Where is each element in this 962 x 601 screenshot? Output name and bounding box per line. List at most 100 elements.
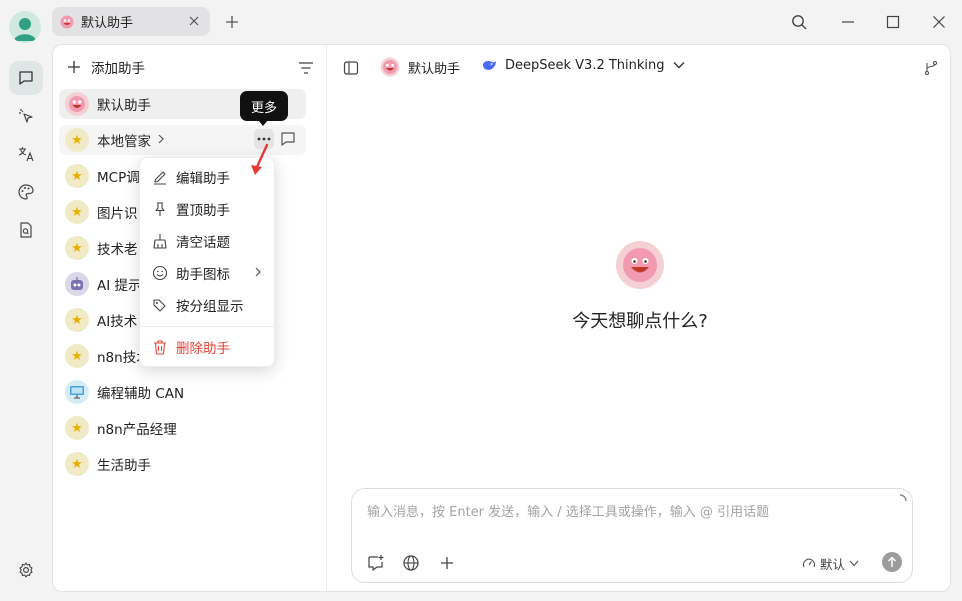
gauge-icon xyxy=(802,558,816,568)
chevron-right-icon xyxy=(254,266,262,282)
star-icon: ★ xyxy=(65,344,89,368)
chat-area: 默认助手 DeepSeek V3.2 Thinking 今天想聊点什么? 输入消… xyxy=(328,45,950,591)
sidebar-item-coding-assistant[interactable]: 编程辅助 CAN xyxy=(59,377,306,407)
cursor-sparkle-icon[interactable] xyxy=(9,99,43,133)
smiley-face-icon xyxy=(623,248,657,282)
menu-item-label: 置顶助手 xyxy=(176,203,230,219)
smiley-face-icon xyxy=(60,15,74,28)
chevron-down-icon xyxy=(673,62,685,69)
mode-label: 默认 xyxy=(820,556,846,572)
sidebar-item-label: AI技术 xyxy=(97,314,138,330)
star-icon: ★ xyxy=(65,128,89,152)
sidebar-item-label: 生活助手 xyxy=(97,458,151,474)
menu-item-label: 删除助手 xyxy=(176,341,230,357)
menu-item-delete[interactable]: 删除助手 xyxy=(140,332,276,362)
web-search-button[interactable] xyxy=(401,553,421,573)
plus-icon[interactable] xyxy=(222,12,242,32)
welcome-message: 今天想聊点什么? xyxy=(572,311,708,332)
translate-icon[interactable] xyxy=(9,137,43,171)
trash-icon xyxy=(154,340,166,355)
maximize-icon[interactable] xyxy=(883,12,903,32)
new-topic-icon xyxy=(368,555,384,571)
arrow-up-icon xyxy=(887,556,897,567)
send-button[interactable] xyxy=(882,552,902,572)
search-icon[interactable] xyxy=(789,12,809,32)
star-icon: ★ xyxy=(65,416,89,440)
window-close-icon[interactable] xyxy=(929,12,949,32)
sort-filter-icon[interactable] xyxy=(297,59,315,77)
left-rail xyxy=(0,44,52,601)
chevron-down-icon xyxy=(849,560,859,566)
user-avatar-icon xyxy=(14,18,36,41)
plus-icon xyxy=(68,61,80,73)
sidebar-toggle-icon[interactable] xyxy=(342,59,360,77)
message-input[interactable] xyxy=(367,501,887,523)
deepseek-whale-icon xyxy=(483,61,496,70)
tab-label: 默认助手 xyxy=(81,16,134,31)
smiley-face-icon xyxy=(380,57,400,77)
message-composer: 默认 xyxy=(351,488,913,583)
annotation-arrow-icon xyxy=(251,143,269,175)
chat-header: 默认助手 DeepSeek V3.2 Thinking xyxy=(328,45,950,91)
add-attachment-button[interactable] xyxy=(437,553,457,573)
smiley-face-icon xyxy=(65,92,89,116)
main-panel: 添加助手 默认助手 ★ 本地管家 ★ MCP调 ★ 图片识 ★ 技术老 AI 提… xyxy=(52,44,951,592)
menu-item-label: 助手图标 xyxy=(176,267,230,283)
robot-icon xyxy=(65,272,89,296)
tags-icon xyxy=(153,299,166,312)
menu-item-label: 清空话题 xyxy=(176,235,230,251)
smile-icon xyxy=(152,265,168,281)
menu-item-label: 按分组显示 xyxy=(176,299,244,315)
star-icon: ★ xyxy=(65,200,89,224)
document-search-icon[interactable] xyxy=(9,213,43,247)
new-topic-icon[interactable] xyxy=(280,131,296,147)
menu-item-pin[interactable]: 置顶助手 xyxy=(140,194,276,224)
current-assistant[interactable]: 默认助手 xyxy=(380,57,460,77)
title-bar: 默认助手 xyxy=(0,0,962,44)
pencil-icon xyxy=(154,171,166,185)
menu-item-label: 编辑助手 xyxy=(176,171,230,187)
pin-icon xyxy=(155,202,165,216)
welcome-avatar xyxy=(616,241,664,289)
current-assistant-label: 默认助手 xyxy=(408,61,461,77)
model-label: DeepSeek V3.2 Thinking xyxy=(505,57,665,73)
star-icon: ★ xyxy=(65,452,89,476)
menu-item-assistant-icon[interactable]: 助手图标 xyxy=(140,258,276,288)
plus-icon xyxy=(441,557,453,569)
close-icon[interactable] xyxy=(186,13,202,29)
star-icon: ★ xyxy=(65,236,89,260)
sidebar-item-label: 默认助手 xyxy=(97,98,151,114)
settings-gear-icon[interactable] xyxy=(9,553,43,587)
menu-item-group-display[interactable]: 按分组显示 xyxy=(140,290,276,320)
add-assistant-label: 添加助手 xyxy=(91,61,145,77)
sidebar-item-label: 技术老 xyxy=(97,242,138,258)
star-icon: ★ xyxy=(65,164,89,188)
tab-default-assistant[interactable]: 默认助手 xyxy=(52,7,210,36)
computer-icon xyxy=(65,380,89,404)
menu-divider xyxy=(140,326,276,327)
sidebar-item-n8n-product-manager[interactable]: ★ n8n产品经理 xyxy=(59,413,306,443)
add-assistant-button[interactable]: 添加助手 xyxy=(67,57,145,77)
more-tooltip: 更多 xyxy=(240,91,288,126)
globe-icon xyxy=(403,555,419,571)
sidebar-item-label: 图片识 xyxy=(97,206,138,222)
palette-icon[interactable] xyxy=(9,175,43,209)
ellipsis-icon xyxy=(257,137,271,141)
menu-item-clear-topics[interactable]: 清空话题 xyxy=(140,226,276,256)
sidebar-item-label: 编程辅助 CAN xyxy=(97,386,185,402)
minimize-icon[interactable] xyxy=(838,12,858,32)
new-topic-button[interactable] xyxy=(366,553,386,573)
branch-icon[interactable] xyxy=(922,59,940,77)
model-selector[interactable]: DeepSeek V3.2 Thinking xyxy=(481,57,685,73)
sidebar-item-label: AI 提示 xyxy=(97,278,142,294)
user-avatar[interactable] xyxy=(9,11,41,43)
assistant-context-menu: 编辑助手 置顶助手 清空话题 助手图标 按分组显示 删除助手 xyxy=(139,157,276,367)
sidebar-item-label: n8n产品经理 xyxy=(97,422,177,438)
sidebar-item-label: 本地管家 xyxy=(97,134,151,150)
sidebar-item-life-assistant[interactable]: ★ 生活助手 xyxy=(59,449,306,479)
chevron-right-icon xyxy=(157,133,165,147)
chat-icon[interactable] xyxy=(9,61,43,95)
broom-icon xyxy=(153,234,167,249)
mode-selector[interactable]: 默认 xyxy=(802,553,859,573)
star-icon: ★ xyxy=(65,308,89,332)
